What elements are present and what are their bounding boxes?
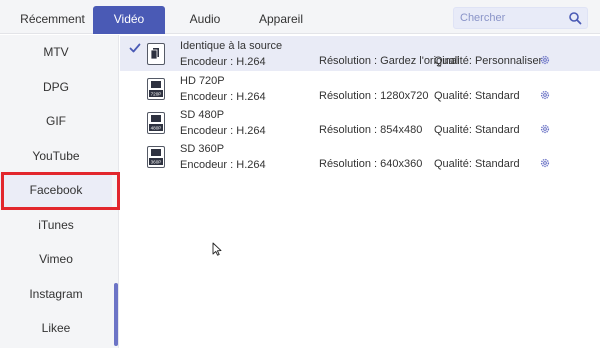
sidebar-item-instagram[interactable]: Instagram xyxy=(0,277,112,311)
format-tab-bar: Récemment Vidéo Audio Appareil xyxy=(0,0,600,34)
svg-text:360P: 360P xyxy=(151,160,162,165)
gear-icon[interactable] xyxy=(539,157,551,169)
preset-quality: Qualité: Standard xyxy=(434,90,520,102)
preset-name: SD 480P xyxy=(180,109,225,121)
preset-resolution: Résolution : 640x360 xyxy=(319,158,423,170)
preset-row-source[interactable]: Identique à la source Encodeur : H.264 R… xyxy=(120,36,600,71)
tab-video[interactable]: Vidéo xyxy=(93,6,165,34)
video-360p-icon: 360P xyxy=(147,146,165,168)
category-sidebar: MTV DPG GIF YouTube Facebook iTunes Vime… xyxy=(0,35,119,348)
sidebar-item-itunes[interactable]: iTunes xyxy=(0,208,112,242)
preset-row-720p[interactable]: 720P HD 720P Encodeur : H.264 Résolution… xyxy=(120,71,600,106)
search-icon[interactable] xyxy=(568,11,582,25)
preset-list: Identique à la source Encodeur : H.264 R… xyxy=(120,35,600,348)
preset-name: SD 360P xyxy=(180,143,225,155)
search-box xyxy=(453,7,588,29)
sidebar-item-facebook[interactable]: Facebook xyxy=(0,173,112,207)
sidebar-item-youtube[interactable]: YouTube xyxy=(0,139,112,173)
video-720p-icon: 720P xyxy=(147,78,165,100)
preset-encoder: Encodeur : H.264 xyxy=(180,159,266,171)
preset-row-480p[interactable]: 480P SD 480P Encodeur : H.264 Résolution… xyxy=(120,105,600,140)
preset-name: HD 720P xyxy=(180,75,225,87)
mouse-cursor-icon xyxy=(212,242,222,256)
video-480p-icon: 480P xyxy=(147,112,165,134)
gear-icon[interactable] xyxy=(539,54,551,66)
preset-row-360p[interactable]: 360P SD 360P Encodeur : H.264 Résolution… xyxy=(120,139,600,174)
preset-name: Identique à la source xyxy=(180,40,283,52)
preset-quality: Qualité: Personnaliser xyxy=(434,55,543,67)
tab-appareil[interactable]: Appareil xyxy=(245,6,317,34)
sidebar-item-dpg[interactable]: DPG xyxy=(0,70,112,104)
sidebar-item-likee[interactable]: Likee xyxy=(0,311,112,345)
sidebar-scrollbar[interactable] xyxy=(114,283,118,346)
gear-icon[interactable] xyxy=(539,123,551,135)
preset-encoder: Encodeur : H.264 xyxy=(180,91,266,103)
sidebar-item-gif[interactable]: GIF xyxy=(0,104,112,138)
preset-encoder: Encodeur : H.264 xyxy=(180,56,266,68)
preset-encoder: Encodeur : H.264 xyxy=(180,125,266,137)
preset-resolution: Résolution : 1280x720 xyxy=(319,90,429,102)
sidebar-item-vimeo[interactable]: Vimeo xyxy=(0,242,112,276)
sidebar-item-mtv[interactable]: MTV xyxy=(0,35,112,69)
svg-text:480P: 480P xyxy=(151,126,162,131)
checkmark-icon xyxy=(129,43,141,53)
tab-audio[interactable]: Audio xyxy=(165,6,245,34)
preset-resolution: Résolution : 854x480 xyxy=(319,124,423,136)
svg-text:720P: 720P xyxy=(151,92,162,97)
preset-quality: Qualité: Standard xyxy=(434,158,520,170)
tab-recemment[interactable]: Récemment xyxy=(0,6,105,34)
search-input[interactable] xyxy=(460,10,564,26)
preset-quality: Qualité: Standard xyxy=(434,124,520,136)
gear-icon[interactable] xyxy=(539,89,551,101)
copy-format-icon xyxy=(147,43,165,65)
